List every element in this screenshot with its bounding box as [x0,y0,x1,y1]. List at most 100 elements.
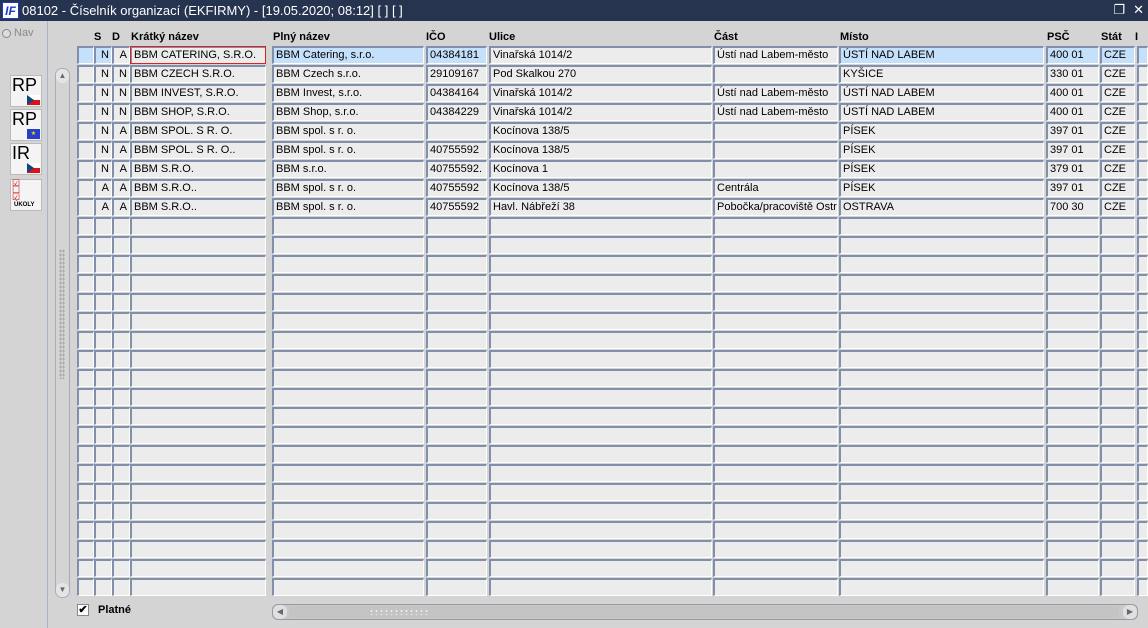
cell-short[interactable] [130,255,266,273]
rp-cz-button[interactable]: RP [10,75,42,107]
cell-d[interactable]: A [112,160,130,178]
cell-city[interactable]: ÚSTÍ NAD LABEM [839,84,1044,102]
cell-psc[interactable] [1046,426,1099,444]
cell-marker[interactable] [1137,350,1148,368]
cell-state[interactable]: CZE [1100,103,1135,121]
column-header[interactable]: Ulice [489,31,515,43]
column-header[interactable]: IČO [426,31,446,43]
cell-marker[interactable] [77,179,94,197]
cell-short[interactable]: BBM INVEST, S.R.O. [130,84,266,102]
cell-city[interactable]: PÍSEK [839,160,1044,178]
cell-street[interactable] [489,540,712,558]
cell-ico[interactable] [426,521,487,539]
cell-ico[interactable]: 40755592 [426,179,487,197]
cell-marker[interactable] [77,293,94,311]
cell-s[interactable] [94,559,112,577]
column-header[interactable]: Stát [1101,31,1122,43]
cell-marker[interactable] [77,84,94,102]
cell-street[interactable] [489,236,712,254]
cell-psc[interactable] [1046,578,1099,596]
column-header[interactable]: S [94,31,101,43]
cell-marker[interactable] [77,46,94,64]
cell-s[interactable]: N [94,46,112,64]
cell-full[interactable] [272,255,424,273]
cell-street[interactable]: Kocínova 1 [489,160,712,178]
cell-state[interactable] [1100,369,1135,387]
scroll-left-icon[interactable]: ◀ [273,605,287,619]
cell-part[interactable] [713,464,838,482]
cell-ico[interactable] [426,578,487,596]
table-row[interactable] [77,350,1148,369]
cell-ico[interactable]: 40755592. [426,160,487,178]
cell-marker[interactable] [77,369,94,387]
cell-ico[interactable] [426,540,487,558]
cell-ico[interactable] [426,293,487,311]
cell-ico[interactable] [426,445,487,463]
scroll-grip[interactable] [59,249,65,379]
cell-s[interactable] [94,255,112,273]
cell-ico[interactable] [426,559,487,577]
cell-ico[interactable]: 29109167 [426,65,487,83]
cell-state[interactable] [1100,217,1135,235]
cell-full[interactable]: BBM Invest, s.r.o. [272,84,424,102]
cell-marker[interactable] [1137,255,1148,273]
column-header[interactable]: D [112,31,120,43]
cell-marker[interactable] [77,312,94,330]
cell-ico[interactable]: 40755592 [426,141,487,159]
cell-part[interactable] [713,65,838,83]
cell-city[interactable] [839,255,1044,273]
table-row[interactable] [77,426,1148,445]
table-row[interactable] [77,388,1148,407]
cell-full[interactable] [272,559,424,577]
cell-psc[interactable] [1046,293,1099,311]
cell-short[interactable] [130,369,266,387]
cell-full[interactable] [272,464,424,482]
cell-psc[interactable]: 330 01 [1046,65,1099,83]
cell-state[interactable] [1100,255,1135,273]
cell-psc[interactable]: 397 01 [1046,179,1099,197]
table-row[interactable]: N N BBM CZECH S.R.O. BBM Czech s.r.o. 291091… [77,65,1148,84]
cell-street[interactable] [489,559,712,577]
table-row[interactable]: N A BBM S.R.O. BBM s.r.o. 40755592. Kocínova … [77,160,1148,179]
cell-d[interactable] [112,540,130,558]
cell-city[interactable]: PÍSEK [839,122,1044,140]
cell-marker[interactable] [1137,521,1148,539]
cell-psc[interactable] [1046,255,1099,273]
cell-short[interactable] [130,217,266,235]
cell-full[interactable]: BBM Catering, s.r.o. [272,46,424,64]
cell-state[interactable]: CZE [1100,141,1135,159]
cell-ico[interactable] [426,255,487,273]
cell-psc[interactable] [1046,464,1099,482]
cell-full[interactable] [272,312,424,330]
horizontal-scrollbar[interactable]: ◀ ▶ [272,604,1138,620]
cell-full[interactable] [272,521,424,539]
cell-part[interactable] [713,274,838,292]
cell-part[interactable] [713,521,838,539]
cell-state[interactable] [1100,236,1135,254]
cell-d[interactable]: A [112,179,130,197]
cell-full[interactable]: BBM Czech s.r.o. [272,65,424,83]
cell-marker[interactable] [77,559,94,577]
cell-d[interactable] [112,407,130,425]
cell-part[interactable]: Centrála [713,179,838,197]
platne-checkbox[interactable]: ✔ [77,604,89,616]
cell-city[interactable]: KYŠICE [839,65,1044,83]
cell-marker[interactable] [77,65,94,83]
cell-short[interactable]: BBM S.R.O. [130,160,266,178]
cell-full[interactable] [272,407,424,425]
cell-marker[interactable] [77,521,94,539]
cell-psc[interactable] [1046,540,1099,558]
cell-part[interactable] [713,559,838,577]
cell-city[interactable]: ÚSTÍ NAD LABEM [839,46,1044,64]
column-header[interactable]: PSČ [1047,31,1070,43]
cell-psc[interactable] [1046,236,1099,254]
cell-psc[interactable] [1046,559,1099,577]
cell-marker[interactable] [1137,179,1148,197]
cell-street[interactable]: Kocínova 138/5 [489,179,712,197]
cell-street[interactable] [489,217,712,235]
table-row[interactable] [77,445,1148,464]
table-row[interactable]: N N BBM SHOP, S.R.O. BBM Shop, s.r.o. 043842… [77,103,1148,122]
cell-d[interactable] [112,483,130,501]
table-row[interactable] [77,331,1148,350]
cell-part[interactable] [713,122,838,140]
